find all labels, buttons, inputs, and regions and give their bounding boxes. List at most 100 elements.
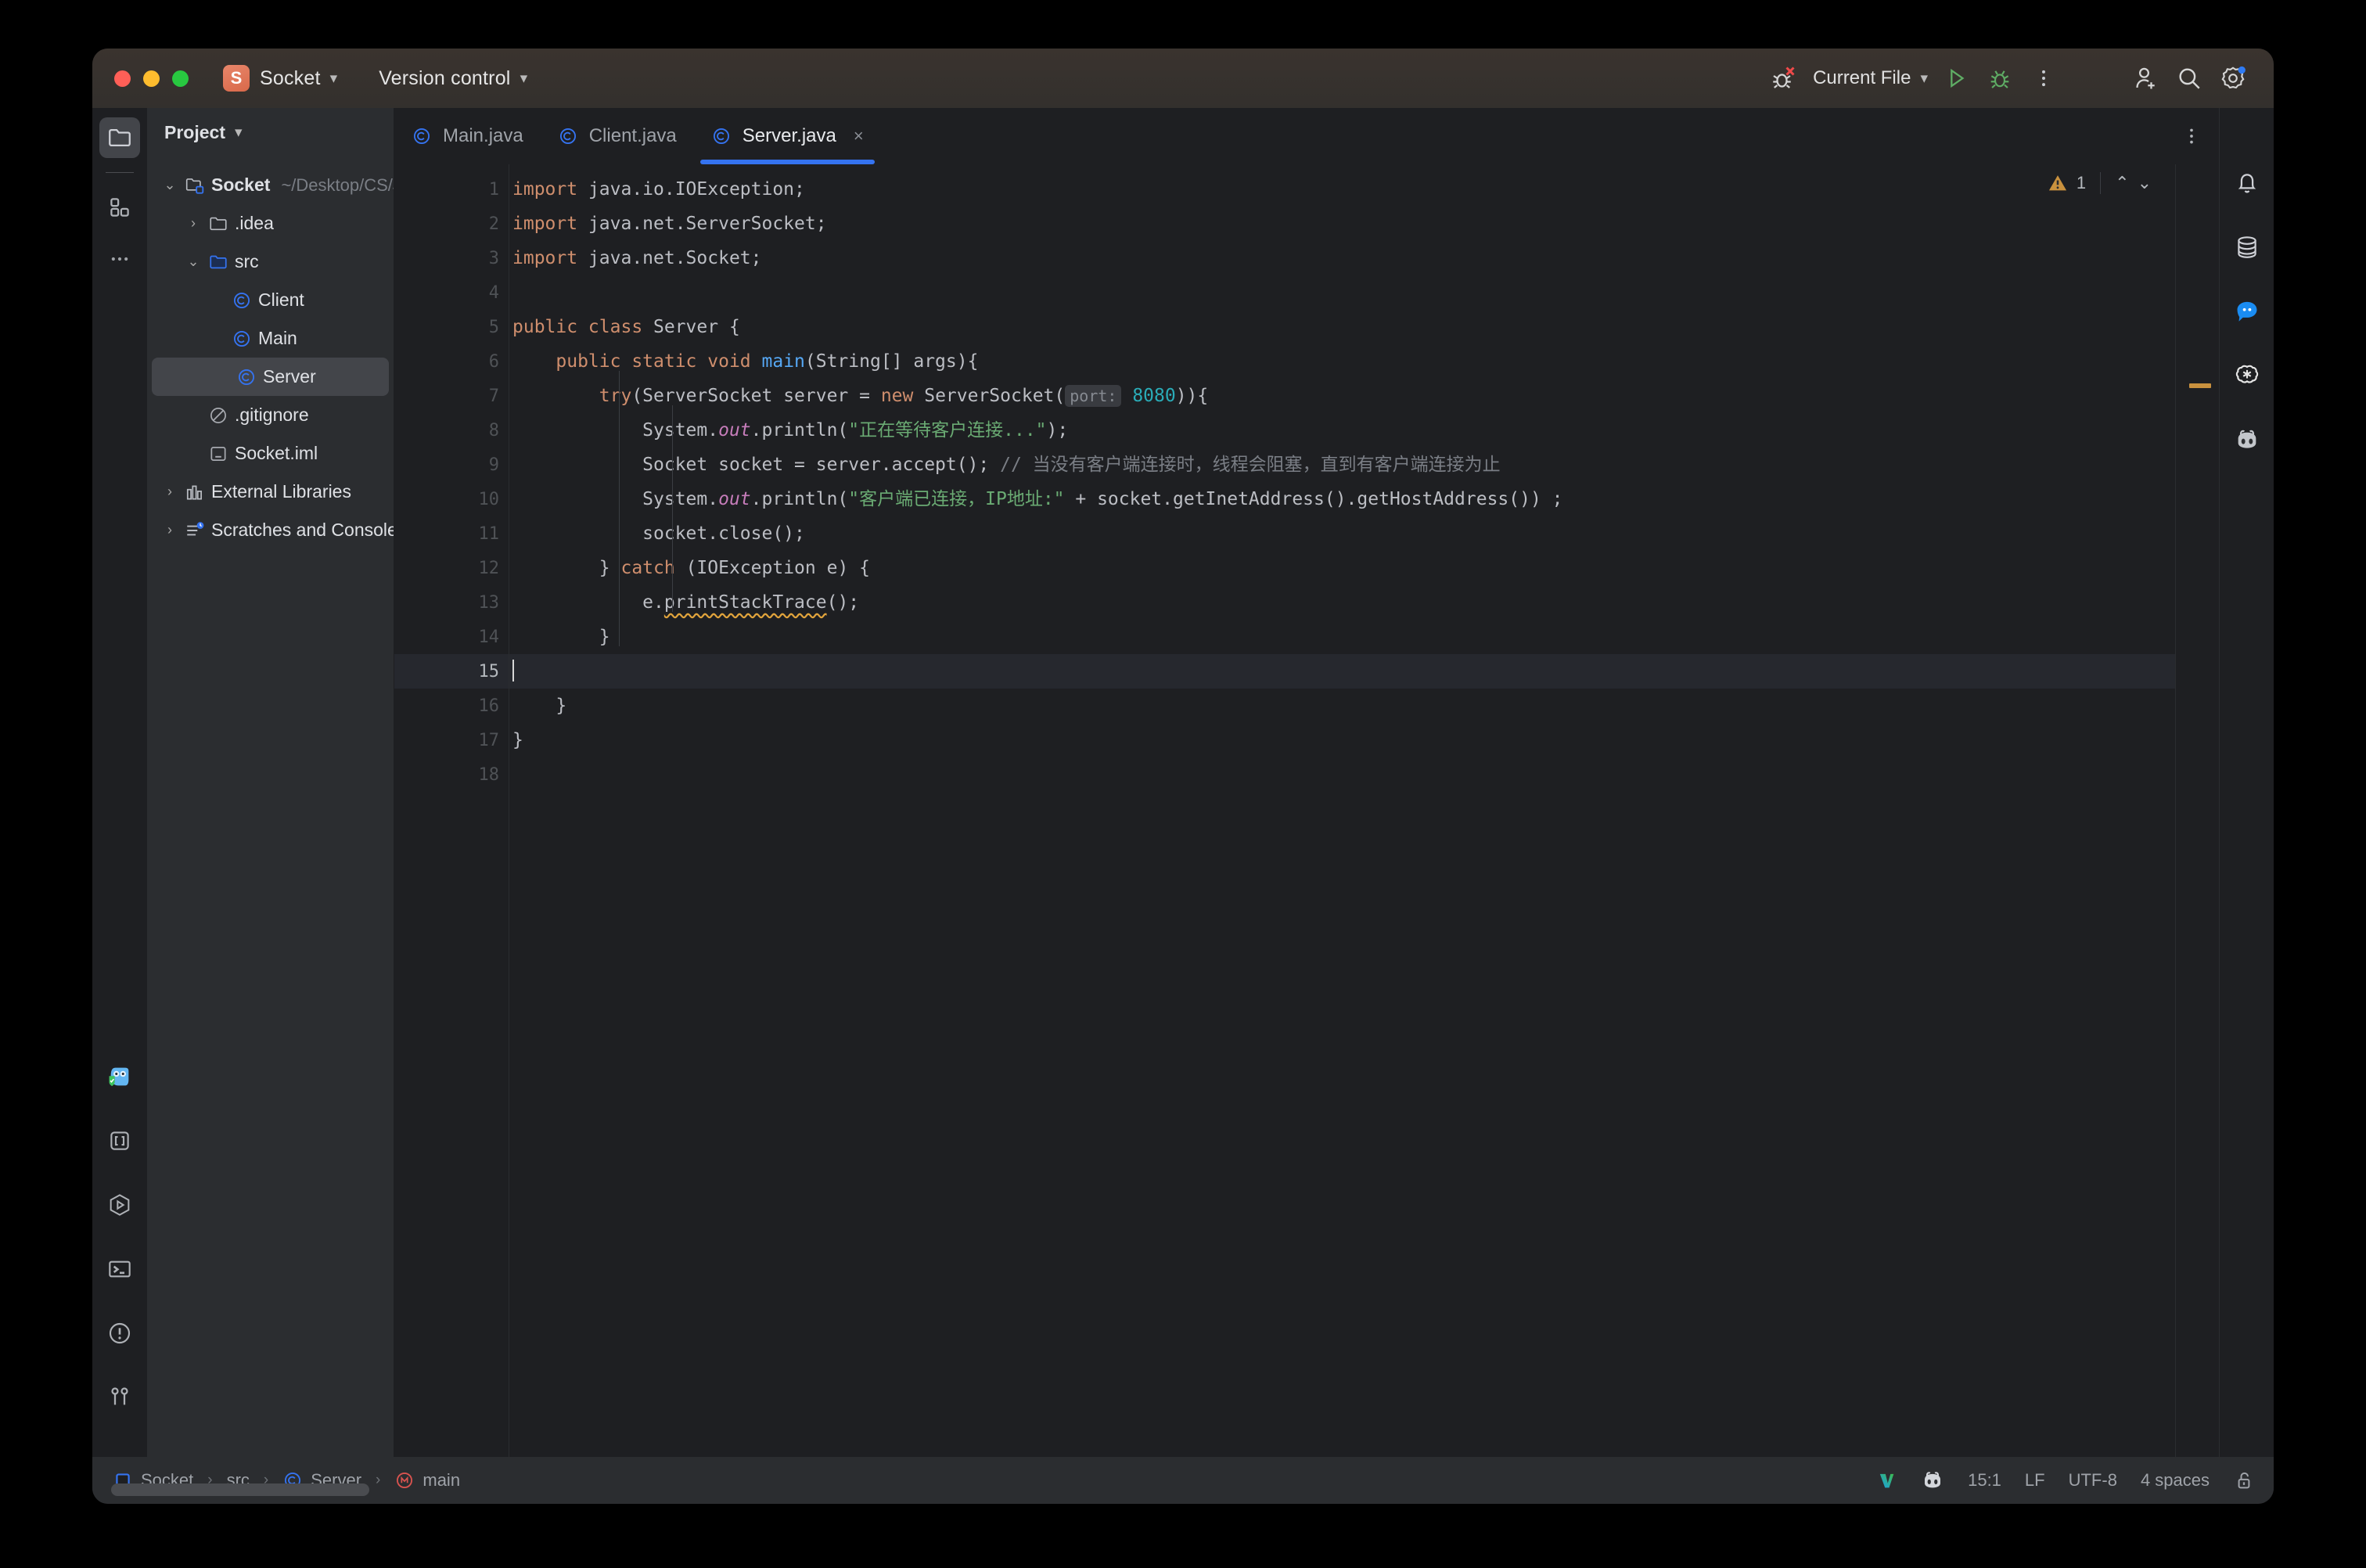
notifications-button[interactable]: [2227, 163, 2267, 203]
chevron-right-icon[interactable]: ›: [182, 215, 205, 232]
chevron-down-icon[interactable]: ⌄: [158, 177, 182, 193]
project-panel-header[interactable]: Project ▾: [147, 108, 394, 156]
close-window-button[interactable]: [114, 70, 131, 87]
database-button[interactable]: [2227, 227, 2267, 268]
maximize-window-button[interactable]: [172, 70, 189, 87]
sidebar-item-structure[interactable]: [99, 1120, 140, 1161]
add-user-button[interactable]: [2123, 56, 2167, 100]
tree-node[interactable]: ›External Libraries: [147, 473, 394, 511]
tree-node[interactable]: .gitignore: [147, 396, 394, 434]
stop-debug-button[interactable]: [1761, 56, 1805, 100]
sidebar-item-qodana[interactable]: [99, 1056, 140, 1097]
line-number[interactable]: 13: [394, 585, 509, 620]
chevron-down-icon[interactable]: ⌄: [182, 254, 205, 270]
editor-tab[interactable]: Client.java: [541, 108, 694, 164]
code-line[interactable]: import java.net.ServerSocket;: [509, 207, 2175, 241]
line-number[interactable]: 15: [394, 654, 509, 689]
code-line[interactable]: socket.close();: [509, 516, 2175, 551]
sidebar-item-problems[interactable]: [99, 1313, 140, 1354]
breadcrumb-item[interactable]: main: [394, 1470, 460, 1491]
code-line[interactable]: }: [509, 723, 2175, 757]
tree-node[interactable]: Main: [147, 319, 394, 358]
previous-problem-button[interactable]: ⌃: [2115, 173, 2129, 193]
tree-node[interactable]: ⌄src: [147, 243, 394, 281]
project-horizontal-scrollbar[interactable]: [111, 1483, 369, 1496]
sidebar-item-project[interactable]: [99, 117, 140, 158]
minimize-window-button[interactable]: [143, 70, 160, 87]
code-line[interactable]: }: [509, 620, 2175, 654]
tree-node[interactable]: ›Scratches and Consoles: [147, 511, 394, 549]
editor-gutter[interactable]: 123456789101112131415161718: [394, 164, 509, 1457]
line-separator-label[interactable]: LF: [2025, 1470, 2045, 1491]
code-line[interactable]: [509, 654, 2175, 689]
debug-button[interactable]: [1978, 56, 2022, 100]
code-line[interactable]: Socket socket = server.accept(); // 当没有客…: [509, 448, 2175, 482]
line-number[interactable]: 1: [394, 172, 509, 207]
code-line[interactable]: import java.io.IOException;: [509, 172, 2175, 207]
copilot-button[interactable]: [2227, 419, 2267, 460]
more-actions-button[interactable]: [2022, 56, 2066, 100]
line-number[interactable]: 6: [394, 344, 509, 379]
code-line[interactable]: [509, 275, 2175, 310]
code-line[interactable]: import java.net.Socket;: [509, 241, 2175, 275]
code-line[interactable]: public static void main(String[] args){: [509, 344, 2175, 379]
code-line[interactable]: }: [509, 689, 2175, 723]
line-number[interactable]: 12: [394, 551, 509, 585]
code-editor[interactable]: import java.io.IOException;import java.n…: [509, 164, 2175, 1457]
code-line[interactable]: e.printStackTrace();: [509, 585, 2175, 620]
code-line[interactable]: System.out.println("客户端已连接，IP地址:" + sock…: [509, 482, 2175, 516]
close-tab-icon[interactable]: ×: [854, 126, 864, 146]
line-number[interactable]: 5: [394, 310, 509, 344]
line-number[interactable]: 16: [394, 689, 509, 723]
next-problem-button[interactable]: ⌄: [2138, 173, 2152, 193]
line-number[interactable]: 11: [394, 516, 509, 551]
vim-mode-indicator[interactable]: [1875, 1469, 1897, 1491]
tree-node[interactable]: ⌄Socket~/Desktop/CS/JavaWeb/C: [147, 166, 394, 204]
line-number[interactable]: 18: [394, 757, 509, 792]
line-number[interactable]: 10: [394, 482, 509, 516]
error-stripe[interactable]: [2175, 164, 2219, 1457]
line-number[interactable]: 2: [394, 207, 509, 241]
tree-node[interactable]: ›.idea: [147, 204, 394, 243]
tree-node[interactable]: Socket.iml: [147, 434, 394, 473]
inspection-widget[interactable]: 1 ⌃ ⌄: [2047, 172, 2152, 194]
ai-assistant-button[interactable]: [2227, 291, 2267, 332]
code-line[interactable]: System.out.println("正在等待客户连接...");: [509, 413, 2175, 448]
tree-node[interactable]: Client: [147, 281, 394, 319]
version-control-menu[interactable]: Version control ▾: [369, 67, 527, 90]
editor-tab[interactable]: Server.java×: [694, 108, 881, 164]
copilot-status-icon[interactable]: [1921, 1469, 1944, 1492]
editor-tabs-more-button[interactable]: [2164, 108, 2219, 164]
settings-button[interactable]: [2211, 56, 2255, 100]
openai-button[interactable]: [2227, 355, 2267, 396]
run-configuration-selector[interactable]: Current File ▾: [1813, 67, 1928, 89]
caret-position-label[interactable]: 15:1: [1968, 1470, 2001, 1491]
scrollbar-thumb[interactable]: [111, 1483, 369, 1496]
editor-tab[interactable]: Main.java: [394, 108, 541, 164]
line-number[interactable]: 4: [394, 275, 509, 310]
code-line[interactable]: public class Server {: [509, 310, 2175, 344]
warning-stripe-marker[interactable]: [2189, 383, 2211, 388]
sidebar-item-version-control[interactable]: [99, 1377, 140, 1418]
sidebar-item-more[interactable]: [99, 239, 140, 279]
chevron-right-icon[interactable]: ›: [158, 484, 182, 500]
line-number[interactable]: 3: [394, 241, 509, 275]
run-button[interactable]: [1934, 56, 1978, 100]
indent-label[interactable]: 4 spaces: [2141, 1470, 2210, 1491]
sidebar-item-run[interactable]: [99, 1185, 140, 1225]
line-number[interactable]: 9: [394, 448, 509, 482]
search-everywhere-button[interactable]: [2167, 56, 2211, 100]
encoding-label[interactable]: UTF-8: [2069, 1470, 2117, 1491]
sidebar-item-terminal[interactable]: [99, 1249, 140, 1289]
line-number[interactable]: 7: [394, 379, 509, 413]
line-number[interactable]: 17: [394, 723, 509, 757]
code-line[interactable]: try(ServerSocket server = new ServerSock…: [509, 379, 2175, 413]
code-line[interactable]: [509, 757, 2175, 792]
chevron-right-icon[interactable]: ›: [158, 522, 182, 538]
code-line[interactable]: } catch (IOException e) {: [509, 551, 2175, 585]
project-selector[interactable]: S Socket ▾: [189, 65, 337, 92]
tree-node[interactable]: Server: [152, 358, 389, 396]
line-number[interactable]: 8: [394, 413, 509, 448]
read-only-toggle[interactable]: [2233, 1469, 2255, 1491]
sidebar-item-commit[interactable]: [99, 187, 140, 228]
